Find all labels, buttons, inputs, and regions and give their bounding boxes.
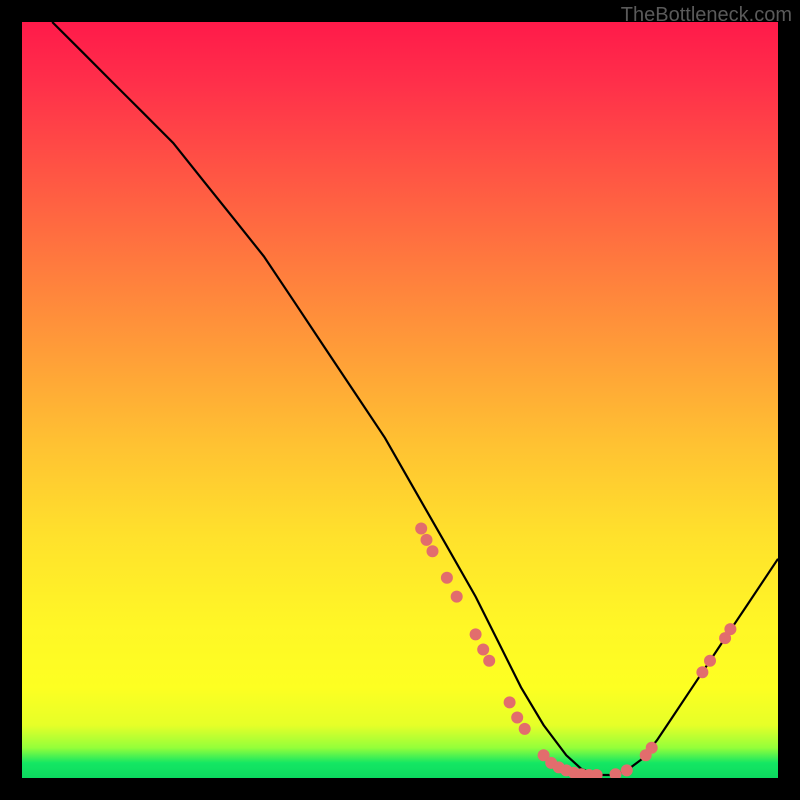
curve-dot bbox=[451, 591, 463, 603]
curve-dot bbox=[504, 696, 516, 708]
curve-dot bbox=[483, 655, 495, 667]
curve-dot bbox=[511, 712, 523, 724]
dot-layer bbox=[415, 523, 736, 779]
curve-dot bbox=[427, 545, 439, 557]
chart-plot-area bbox=[22, 22, 778, 778]
curve-dot bbox=[704, 655, 716, 667]
curve-dot bbox=[610, 768, 622, 778]
curve-dot bbox=[696, 666, 708, 678]
curve-dot bbox=[477, 644, 489, 656]
attribution: TheBottleneck.com bbox=[621, 4, 792, 27]
curve-dot bbox=[421, 534, 433, 546]
curve-dot bbox=[724, 623, 736, 635]
curve-dot bbox=[621, 764, 633, 776]
curve-dot bbox=[646, 742, 658, 754]
curve-dot bbox=[415, 523, 427, 535]
curve-path bbox=[52, 22, 778, 775]
bottleneck-curve bbox=[22, 22, 778, 778]
curve-dot bbox=[519, 723, 531, 735]
curve-dot bbox=[470, 628, 482, 640]
curve-dot bbox=[441, 572, 453, 584]
